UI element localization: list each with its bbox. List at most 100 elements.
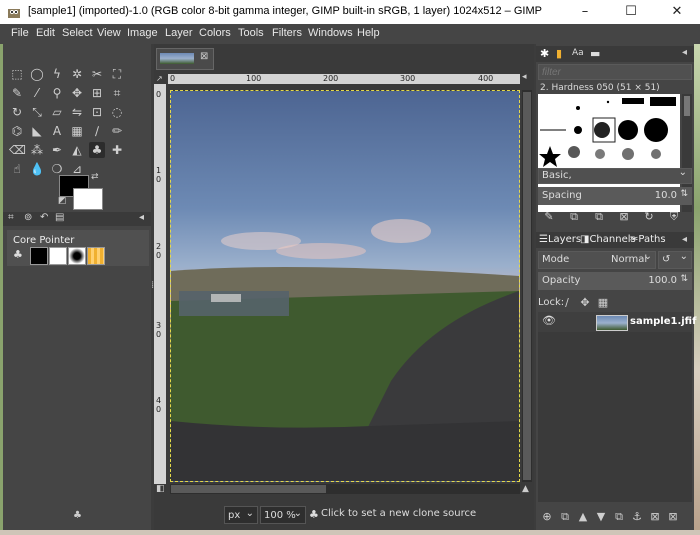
paintbrush-icon[interactable]: ∕	[89, 123, 105, 139]
menu-layer[interactable]: Layer	[165, 27, 193, 39]
brushes-tab-icon[interactable]: ✱	[540, 47, 549, 60]
crop-icon[interactable]: ⌗	[109, 85, 125, 101]
panel-menu-icon[interactable]: ◂	[139, 212, 144, 223]
move-icon[interactable]: ✥	[69, 85, 85, 101]
pencil-icon[interactable]: ✏	[109, 123, 125, 139]
swap-colors-icon[interactable]: ⇄	[91, 172, 99, 182]
free-select-icon[interactable]: ϟ	[49, 66, 65, 82]
lock-pixels-icon[interactable]: ∕	[560, 296, 574, 310]
menu-select[interactable]: Select	[62, 27, 93, 39]
lower-layer-icon[interactable]: ▼	[594, 510, 608, 524]
horizontal-scrollbar[interactable]	[170, 484, 520, 494]
smudge-icon[interactable]: ☝	[9, 161, 25, 177]
tab-paths[interactable]: ✂Paths	[630, 234, 666, 245]
quickmask-toggle-icon[interactable]: ◧	[156, 484, 165, 494]
clone-icon[interactable]: ♣	[89, 142, 105, 158]
menu-windows[interactable]: Windows	[308, 27, 353, 39]
foreground-select-icon[interactable]: ⛶	[109, 66, 125, 82]
layer-opacity-slider[interactable]: Opacity 100.0 ⇅	[538, 272, 692, 290]
flip-icon[interactable]: ⇋	[69, 104, 85, 120]
undo-history-tab-icon[interactable]: ↶	[40, 212, 48, 223]
vertical-scroll-thumb[interactable]	[523, 92, 531, 480]
minimize-button[interactable]: –	[562, 0, 608, 24]
lock-alpha-icon[interactable]: ▦	[596, 296, 610, 310]
tool-options-tab-icon[interactable]: ⌗	[8, 212, 14, 223]
heal-icon[interactable]: ✚	[109, 142, 125, 158]
image-canvas[interactable]	[170, 90, 520, 482]
patterns-tab-icon[interactable]: ▮	[556, 47, 562, 60]
horizontal-ruler[interactable]: 0 100 200 300 400	[168, 74, 520, 84]
vertical-ruler[interactable]: 0 1 0 2 0 3 0 4 0	[154, 84, 166, 484]
default-colors-icon[interactable]: ◩	[58, 196, 67, 206]
gradient-icon[interactable]: ▦	[69, 123, 85, 139]
panel-menu-icon[interactable]: ◂	[682, 234, 687, 245]
brush-grid-scroll-thumb[interactable]	[684, 96, 690, 116]
spacing-spin-icon[interactable]: ⇅	[680, 189, 688, 199]
tool-options-bottom-icon[interactable]: ♣	[73, 510, 82, 521]
layer-row[interactable]: 👁 sample1.jfif	[538, 312, 696, 332]
new-brush-icon[interactable]: ⧉	[567, 210, 581, 224]
navigate-corner-icon[interactable]: ◂	[522, 72, 527, 82]
zoom-selector[interactable]: 100 % ⌄	[260, 506, 306, 524]
background-color[interactable]	[73, 188, 103, 210]
ink-icon[interactable]: ✒	[49, 142, 65, 158]
mask-layer-icon[interactable]: ⊠	[648, 510, 662, 524]
layer-mode-selector[interactable]: Mode Normal ⌄	[538, 251, 656, 269]
fonts-tab-icon[interactable]: Aa	[572, 48, 584, 58]
device-status-tab-icon[interactable]: ⊚	[24, 212, 32, 223]
brush-preset-selector[interactable]: Basic, ⌄	[538, 167, 692, 184]
warp-icon[interactable]: ◌	[109, 104, 125, 120]
menu-tools[interactable]: Tools	[238, 27, 264, 39]
menu-image[interactable]: Image	[127, 27, 158, 39]
panel-menu-icon[interactable]: ◂	[682, 47, 687, 58]
edit-brush-icon[interactable]: ✎	[542, 210, 556, 224]
menu-colors[interactable]: Colors	[199, 27, 231, 39]
open-brush-as-image-icon[interactable]: ⛨	[667, 210, 681, 224]
opacity-spin-icon[interactable]: ⇅	[680, 274, 688, 284]
quick-mask-corner-icon[interactable]: ↗	[156, 74, 163, 83]
vertical-scrollbar[interactable]	[522, 90, 532, 482]
tab-layers[interactable]: ☰Layers	[539, 234, 581, 245]
fuzzy-select-icon[interactable]: ✲	[69, 66, 85, 82]
menu-view[interactable]: View	[97, 27, 121, 39]
unit-selector[interactable]: px ⌄	[224, 506, 258, 524]
rotate-icon[interactable]: ↻	[9, 104, 25, 120]
lock-position-icon[interactable]: ✥	[578, 296, 592, 310]
text-icon[interactable]: A	[49, 123, 65, 139]
raise-layer-icon[interactable]: ▲	[576, 510, 590, 524]
gradients-tab-icon[interactable]: ▬	[590, 47, 600, 60]
bucket-fill-icon[interactable]: ◣	[29, 123, 45, 139]
cage-icon[interactable]: ⊡	[89, 104, 105, 120]
composite-mode-selector[interactable]: ↺ ⌄	[658, 251, 692, 269]
new-layer-icon[interactable]: ⊕	[540, 510, 554, 524]
ellipse-select-icon[interactable]: ◯	[29, 66, 45, 82]
images-tab-icon[interactable]: ▤	[55, 212, 64, 223]
brush-filter-input[interactable]	[538, 64, 692, 80]
paths-icon[interactable]: ✎	[9, 85, 25, 101]
align-icon[interactable]: ⊞	[89, 85, 105, 101]
duplicate-brush-icon[interactable]: ⧉	[592, 210, 606, 224]
unified-transform-icon[interactable]: ⌬	[9, 123, 25, 139]
shear-icon[interactable]: ▱	[49, 104, 65, 120]
refresh-brushes-icon[interactable]: ↻	[642, 210, 656, 224]
menu-help[interactable]: Help	[357, 27, 380, 39]
eraser-icon[interactable]: ⌫	[9, 142, 26, 158]
image-tab[interactable]: ⊠	[156, 48, 214, 70]
layer-name[interactable]: sample1.jfif	[630, 316, 696, 327]
scissors-icon[interactable]: ✂	[89, 66, 105, 82]
menu-edit[interactable]: Edit	[36, 27, 55, 39]
close-button[interactable]: ✕	[654, 0, 700, 24]
new-layer-group-icon[interactable]: ⧉	[558, 510, 572, 524]
duplicate-layer-icon[interactable]: ⧉	[612, 510, 626, 524]
maximize-button[interactable]: ☐	[608, 0, 654, 24]
scale-icon[interactable]: ⤡	[29, 104, 45, 120]
image-tab-close-icon[interactable]: ⊠	[200, 51, 208, 62]
brush-spacing-slider[interactable]: Spacing 10.0 ⇅	[538, 187, 692, 205]
airbrush-icon[interactable]: ⁂	[29, 142, 45, 158]
zoom-icon[interactable]: ⚲	[49, 85, 65, 101]
delete-brush-icon[interactable]: ⊠	[617, 210, 631, 224]
anchor-layer-icon[interactable]: ⚓	[630, 510, 644, 524]
delete-layer-icon[interactable]: ⊠	[666, 510, 680, 524]
menu-file[interactable]: File	[11, 27, 29, 39]
menu-filters[interactable]: Filters	[272, 27, 302, 39]
